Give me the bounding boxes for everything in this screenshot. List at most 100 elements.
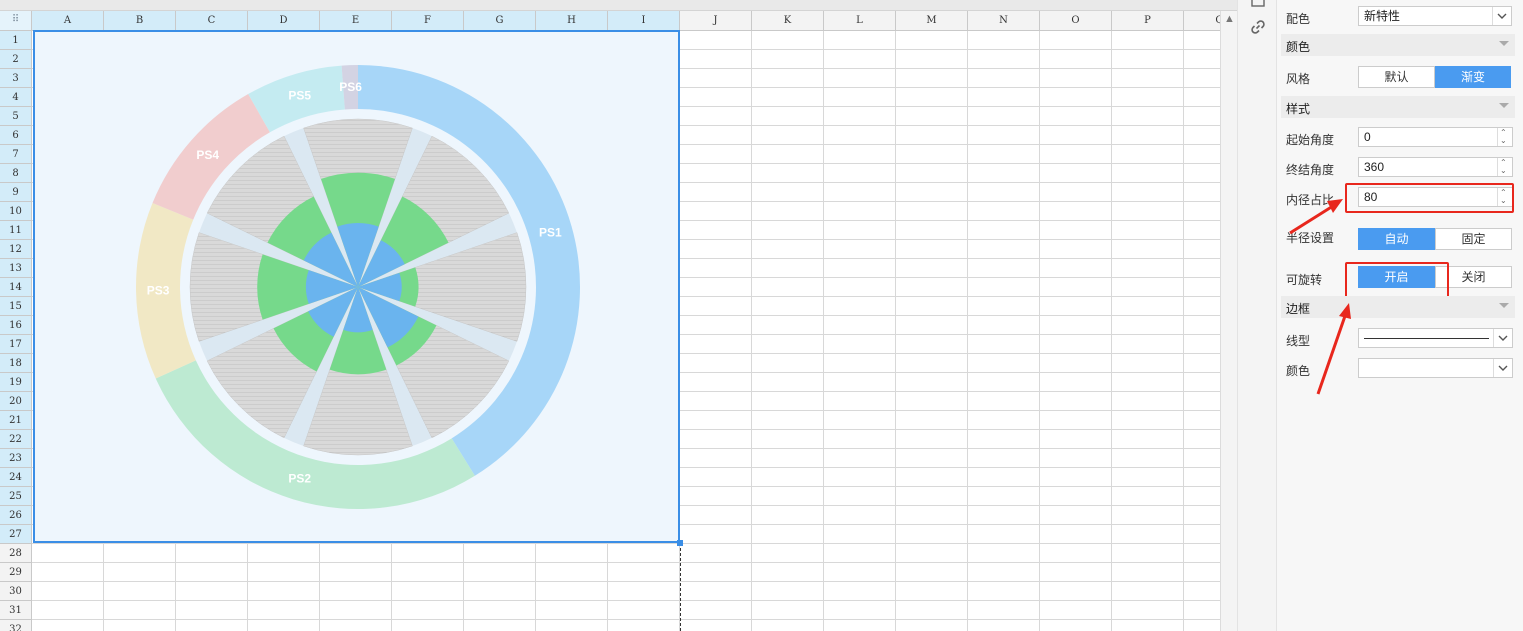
column-header[interactable]: L <box>824 11 896 31</box>
style-label: 风格 <box>1286 72 1311 86</box>
column-header[interactable]: M <box>896 11 968 31</box>
color-section-label: 颜色 <box>1286 40 1311 54</box>
border-section-header[interactable]: 边框 <box>1281 296 1515 318</box>
color-section-header[interactable]: 颜色 <box>1281 34 1515 56</box>
row-header[interactable]: 25 <box>0 487 32 506</box>
row-header[interactable]: 6 <box>0 126 32 145</box>
style-default-button[interactable]: 默认 <box>1358 66 1435 88</box>
row-header[interactable]: 26 <box>0 506 32 525</box>
page-break-line <box>680 543 681 631</box>
column-header[interactable]: G <box>464 11 536 31</box>
column-header[interactable]: P <box>1112 11 1184 31</box>
end-angle-input[interactable]: 360 ⌃ ⌄ <box>1358 157 1513 177</box>
row-header[interactable]: 31 <box>0 601 32 620</box>
column-header[interactable]: J <box>680 11 752 31</box>
row-header[interactable]: 24 <box>0 468 32 487</box>
collapse-icon <box>1499 41 1509 46</box>
column-header[interactable]: O <box>1040 11 1112 31</box>
radius-label: 半径设置 <box>1286 231 1335 245</box>
row-header[interactable]: 15 <box>0 297 32 316</box>
pattern-section-header[interactable]: 样式 <box>1281 96 1515 118</box>
row-header[interactable]: 7 <box>0 145 32 164</box>
column-header[interactable]: A <box>32 11 104 31</box>
row-header[interactable]: 3 <box>0 69 32 88</box>
rose-chart[interactable]: PS1 PS2 PS3 PS4 PS5 PS6 <box>35 32 678 541</box>
spreadsheet[interactable]: ⠿ ABCDEFGHIJKLMNOPQ 12345678910111213141… <box>0 0 1237 631</box>
column-header[interactable]: H <box>536 11 608 31</box>
inner-ratio-label: 内径占比 <box>1286 193 1335 207</box>
row-header[interactable]: 4 <box>0 88 32 107</box>
column-header[interactable]: K <box>752 11 824 31</box>
start-angle-input[interactable]: 0 ⌃ ⌄ <box>1358 127 1513 147</box>
row-header[interactable]: 12 <box>0 240 32 259</box>
row-header[interactable]: 2 <box>0 50 32 69</box>
ring-label: PS6 <box>339 80 362 94</box>
highlight-box-inner-ratio <box>1345 183 1514 213</box>
ring-label: PS1 <box>539 225 562 239</box>
select-all-corner[interactable]: ⠿ <box>0 11 32 31</box>
color-scheme-select[interactable]: 新特性 <box>1358 6 1512 26</box>
chevron-down-icon[interactable] <box>1492 7 1511 25</box>
row-header[interactable]: 20 <box>0 392 32 411</box>
side-toolbar <box>1237 0 1277 631</box>
row-header[interactable]: 22 <box>0 430 32 449</box>
link-icon[interactable] <box>1250 19 1266 35</box>
scroll-up-icon[interactable]: ▲ <box>1224 13 1235 25</box>
row-header[interactable]: 32 <box>0 620 32 631</box>
column-header[interactable]: E <box>320 11 392 31</box>
vertical-scrollbar[interactable]: ▲ <box>1220 11 1237 631</box>
line-type-select[interactable] <box>1358 328 1513 348</box>
border-color-select[interactable] <box>1358 358 1513 378</box>
radius-auto-button[interactable]: 自动 <box>1358 228 1435 250</box>
chart-container[interactable]: PS1 PS2 PS3 PS4 PS5 PS6 <box>33 30 680 543</box>
row-header[interactable]: 14 <box>0 278 32 297</box>
stepper-icon[interactable]: ⌃ ⌄ <box>1497 158 1512 176</box>
row-header[interactable]: 5 <box>0 107 32 126</box>
end-angle-label: 终结角度 <box>1286 163 1335 177</box>
row-header[interactable]: 21 <box>0 411 32 430</box>
ring-label: PS3 <box>147 284 170 298</box>
column-header[interactable]: I <box>608 11 680 31</box>
column-header[interactable]: F <box>392 11 464 31</box>
row-header[interactable]: 18 <box>0 354 32 373</box>
color-scheme-label: 配色 <box>1286 12 1311 26</box>
row-header[interactable]: 28 <box>0 544 32 563</box>
column-header[interactable]: N <box>968 11 1040 31</box>
row-header[interactable]: 30 <box>0 582 32 601</box>
color-scheme-value: 新特性 <box>1364 9 1401 23</box>
row-header[interactable]: 9 <box>0 183 32 202</box>
collapse-icon <box>1499 303 1509 308</box>
radius-fixed-button[interactable]: 固定 <box>1435 228 1512 250</box>
line-type-label: 线型 <box>1286 334 1311 348</box>
row-header[interactable]: 16 <box>0 316 32 335</box>
pattern-section-label: 样式 <box>1286 102 1311 116</box>
style-gradient-button[interactable]: 渐变 <box>1435 66 1511 88</box>
solid-line-preview <box>1364 338 1489 339</box>
row-header[interactable]: 19 <box>0 373 32 392</box>
row-header[interactable]: 29 <box>0 563 32 582</box>
row-header[interactable]: 23 <box>0 449 32 468</box>
ring-label: PS4 <box>196 148 219 162</box>
chevron-down-icon[interactable] <box>1493 359 1512 377</box>
row-header[interactable]: 8 <box>0 164 32 183</box>
formula-strip <box>0 0 1237 11</box>
column-header[interactable]: C <box>176 11 248 31</box>
row-header[interactable]: 11 <box>0 221 32 240</box>
ring-label: PS2 <box>288 471 311 485</box>
row-header[interactable]: 10 <box>0 202 32 221</box>
chevron-down-icon[interactable] <box>1493 329 1512 347</box>
row-header[interactable]: 17 <box>0 335 32 354</box>
collapse-icon <box>1499 103 1509 108</box>
row-header[interactable]: 1 <box>0 31 32 50</box>
border-section-label: 边框 <box>1286 302 1311 316</box>
panel-icon[interactable] <box>1250 0 1266 10</box>
resize-handle[interactable] <box>677 540 683 546</box>
border-color-label: 颜色 <box>1286 364 1311 378</box>
row-header[interactable]: 13 <box>0 259 32 278</box>
row-header[interactable]: 27 <box>0 525 32 544</box>
column-header[interactable]: B <box>104 11 176 31</box>
rotate-label: 可旋转 <box>1286 273 1323 287</box>
ring-label: PS5 <box>288 89 311 103</box>
column-header[interactable]: D <box>248 11 320 31</box>
stepper-icon[interactable]: ⌃ ⌄ <box>1497 128 1512 146</box>
